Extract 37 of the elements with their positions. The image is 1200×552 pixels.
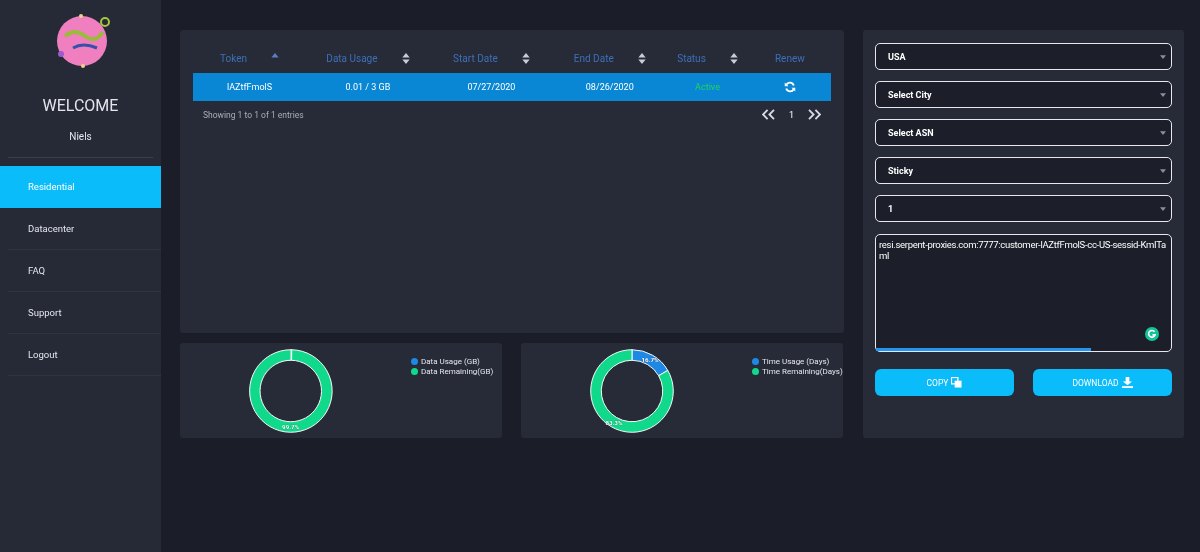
last-page-icon[interactable]: [808, 109, 821, 120]
user-name: Niels: [68, 131, 93, 142]
select-field[interactable]: Sticky: [875, 157, 1172, 184]
table-cell-text: 07/27/2020: [466, 82, 517, 92]
proxy-string: resi.serpent-proxies.com:7777:customer-lAZtfFmolS-cc-US-sessid-KmITaml: [879, 239, 1167, 261]
legend-label[interactable]: Data Remaining(GB): [421, 367, 494, 376]
output-field[interactable]: resi.serpent-proxies.com:7777:customer-lAZtfFmolS-cc-US-sessid-KmITaml: [875, 234, 1172, 352]
download-icon: [1121, 377, 1133, 388]
page-number[interactable]: 1: [788, 109, 794, 120]
nav-item[interactable]: Support: [8, 292, 161, 334]
entries-info: Showing 1 to 1 of 1 entries: [203, 109, 304, 120]
legend-label[interactable]: Time Remaining(Days): [762, 367, 843, 376]
select-field[interactable]: USA: [875, 43, 1172, 70]
nav-item[interactable]: Logout: [8, 334, 161, 376]
table-row[interactable]: lAZtfFmolS 0.01 / 3 GB 07/27/2020 08/26/2020 Active: [193, 73, 831, 101]
table-cell-text: 0.01 / 3 GB: [344, 82, 392, 92]
scroll-bar[interactable]: [876, 348, 1092, 351]
select-field[interactable]: Select City: [875, 81, 1172, 108]
caret-icon: [1160, 92, 1166, 97]
table-cell-text: 08/26/2020: [584, 82, 635, 92]
select-field[interactable]: 1: [875, 195, 1172, 222]
copy-icon: [951, 377, 963, 388]
caret-icon: [1160, 168, 1166, 173]
welcome-heading: WELCOME: [41, 96, 120, 115]
refresh-icon[interactable]: [783, 81, 796, 93]
refresh-badge-icon: [1145, 327, 1159, 341]
table-cell-text: lAZtfFmolS: [226, 82, 274, 92]
legend-label[interactable]: Data Usage (GB): [421, 357, 480, 366]
select-field[interactable]: Select ASN: [875, 119, 1172, 146]
caret-icon: [1160, 206, 1166, 211]
first-page-icon[interactable]: [761, 109, 775, 120]
legend-label[interactable]: Time Usage (Days): [762, 357, 830, 366]
caret-icon: [1160, 54, 1166, 59]
nav-item[interactable]: FAQ: [8, 250, 161, 292]
caret-icon: [1160, 130, 1166, 135]
nav-item[interactable]: Datacenter: [8, 208, 161, 250]
table-cell-text: Active: [694, 82, 721, 92]
